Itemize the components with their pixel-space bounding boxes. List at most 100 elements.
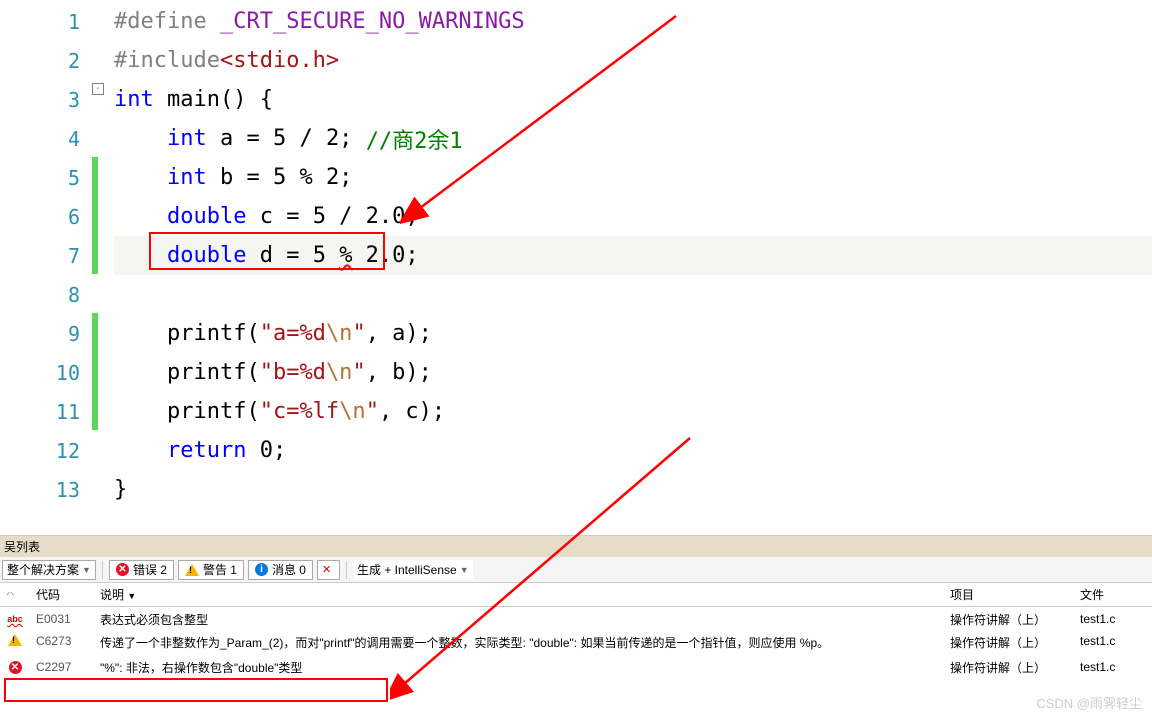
token-plain: main() {: [154, 87, 273, 112]
token-esc: \n: [326, 321, 353, 346]
separator: [346, 561, 347, 579]
code-line[interactable]: }: [114, 470, 1152, 509]
error-description: 传递了一个非整数作为_Param_(2)，而对"printf"的调用需要一个整数…: [94, 634, 944, 651]
error-code[interactable]: C2297: [30, 660, 94, 674]
code-line[interactable]: return 0;: [114, 431, 1152, 470]
col-code[interactable]: 代码: [30, 586, 94, 603]
error-list-title: 吴列表: [0, 535, 1152, 557]
solution-filter-combo[interactable]: 整个解决方案 ▼: [2, 560, 96, 580]
highlight-box-error: [4, 678, 388, 702]
token-plain: printf(: [167, 360, 260, 385]
token-kw: int: [167, 126, 207, 151]
error-file[interactable]: test1.c: [1074, 660, 1152, 674]
token-pp: #define: [114, 9, 207, 34]
line-number-gutter: 12345678910111213: [0, 0, 92, 535]
fold-toggle-icon[interactable]: -: [92, 83, 104, 95]
token-plain: a = 5 / 2;: [207, 126, 366, 151]
error-row[interactable]: abc E0031表达式必须包含整型操作符讲解（上）test1.c: [0, 607, 1152, 631]
line-number: 3: [0, 80, 92, 119]
col-desc[interactable]: 说明 ▼: [94, 586, 944, 603]
token-plain: b = 5 % 2;: [207, 165, 353, 190]
messages-filter-button[interactable]: i 消息 0: [248, 560, 313, 580]
code-line[interactable]: double d = 5 % 2.0;: [114, 236, 1152, 275]
token-plain: printf(: [167, 321, 260, 346]
line-number: 5: [0, 158, 92, 197]
code-line[interactable]: printf("c=%lf\n", c);: [114, 392, 1152, 431]
warnings-filter-button[interactable]: 警告 1: [178, 560, 244, 580]
line-number: 9: [0, 314, 92, 353]
line-number: 11: [0, 392, 92, 431]
col-icon[interactable]: ᐟᐠ: [0, 588, 30, 602]
error-file[interactable]: test1.c: [1074, 634, 1152, 648]
error-list-header: ᐟᐠ 代码 说明 ▼ 项目 文件: [0, 583, 1152, 607]
error-description: 表达式必须包含整型: [94, 611, 944, 628]
token-kw: int: [167, 165, 207, 190]
warning-icon: [185, 564, 199, 576]
chevron-down-icon: ▼: [460, 565, 469, 575]
token-str: ": [366, 399, 379, 424]
error-list[interactable]: abcE0031表达式必须包含整型操作符讲解（上）test1.cC6273传递了…: [0, 607, 1152, 679]
code-area[interactable]: #define _CRT_SECURE_NO_WARNINGS#include<…: [114, 0, 1152, 535]
code-line[interactable]: printf("a=%d\n", a);: [114, 314, 1152, 353]
code-line[interactable]: int b = 5 % 2;: [114, 158, 1152, 197]
code-line[interactable]: printf("b=%d\n", b);: [114, 353, 1152, 392]
code-line[interactable]: double c = 5 / 2.0;: [114, 197, 1152, 236]
token-plain: 0;: [246, 438, 286, 463]
line-number: 7: [0, 236, 92, 275]
line-number: 2: [0, 41, 92, 80]
line-number: 1: [0, 2, 92, 41]
col-proj[interactable]: 项目: [944, 586, 1074, 603]
error-row-icon: [0, 634, 30, 646]
code-line[interactable]: #define _CRT_SECURE_NO_WARNINGS: [114, 2, 1152, 41]
line-number: 4: [0, 119, 92, 158]
chevron-down-icon: ▼: [82, 565, 91, 575]
token-str: ": [352, 360, 365, 385]
solution-filter-label: 整个解决方案: [7, 561, 79, 578]
token-comment: //商2余1: [366, 123, 463, 155]
code-line[interactable]: [114, 275, 1152, 314]
token-str: "c=%lf: [260, 399, 339, 424]
code-line[interactable]: int main() {: [114, 80, 1152, 119]
errors-count-label: 错误 2: [133, 561, 167, 578]
error-project: 操作符讲解（上）: [944, 634, 1074, 651]
error-project: 操作符讲解（上）: [944, 611, 1074, 628]
token-pp: #include: [114, 48, 220, 73]
modified-indicator: [92, 157, 98, 274]
modified-indicator: [92, 313, 98, 430]
error-project: 操作符讲解（上）: [944, 659, 1074, 676]
messages-count-label: 消息 0: [272, 561, 306, 578]
line-number: 13: [0, 470, 92, 509]
token-kw: double: [167, 243, 246, 268]
code-editor[interactable]: 12345678910111213 - #define _CRT_SECURE_…: [0, 0, 1152, 535]
token-plain: , a);: [366, 321, 432, 346]
token-str: "b=%d: [260, 360, 326, 385]
error-icon: ✕: [116, 563, 129, 576]
watermark: CSDN @雨霁轻尘: [1036, 693, 1142, 712]
error-code[interactable]: C6273: [30, 634, 94, 648]
token-macro: _CRT_SECURE_NO_WARNINGS: [220, 9, 525, 34]
separator: [102, 561, 103, 579]
line-number: 8: [0, 275, 92, 314]
code-line[interactable]: int a = 5 / 2; //商2余1: [114, 119, 1152, 158]
intellisense-error-icon: abc: [7, 614, 23, 624]
error-code[interactable]: E0031: [30, 612, 94, 626]
token-str: <stdio.h>: [220, 48, 339, 73]
col-file[interactable]: 文件: [1074, 586, 1152, 603]
code-line[interactable]: #include<stdio.h>: [114, 41, 1152, 80]
build-intellisense-combo[interactable]: 生成 + IntelliSense ▼: [353, 560, 473, 580]
token-plain: , b);: [366, 360, 432, 385]
errors-filter-button[interactable]: ✕ 错误 2: [109, 560, 174, 580]
error-file[interactable]: test1.c: [1074, 612, 1152, 626]
error-row-icon: abc: [0, 614, 30, 624]
line-number: 12: [0, 431, 92, 470]
clear-icon: [322, 563, 335, 576]
token-squiggle: %: [339, 243, 352, 268]
error-row[interactable]: C6273传递了一个非整数作为_Param_(2)，而对"printf"的调用需…: [0, 631, 1152, 655]
error-row[interactable]: ✕C2297"%": 非法，右操作数包含"double"类型操作符讲解（上）te…: [0, 655, 1152, 679]
token-plain: printf(: [167, 399, 260, 424]
clear-button[interactable]: [317, 560, 340, 580]
info-icon: i: [255, 563, 268, 576]
error-description: "%": 非法，右操作数包含"double"类型: [94, 659, 944, 676]
token-esc: \n: [326, 360, 353, 385]
token-plain: , c);: [379, 399, 445, 424]
